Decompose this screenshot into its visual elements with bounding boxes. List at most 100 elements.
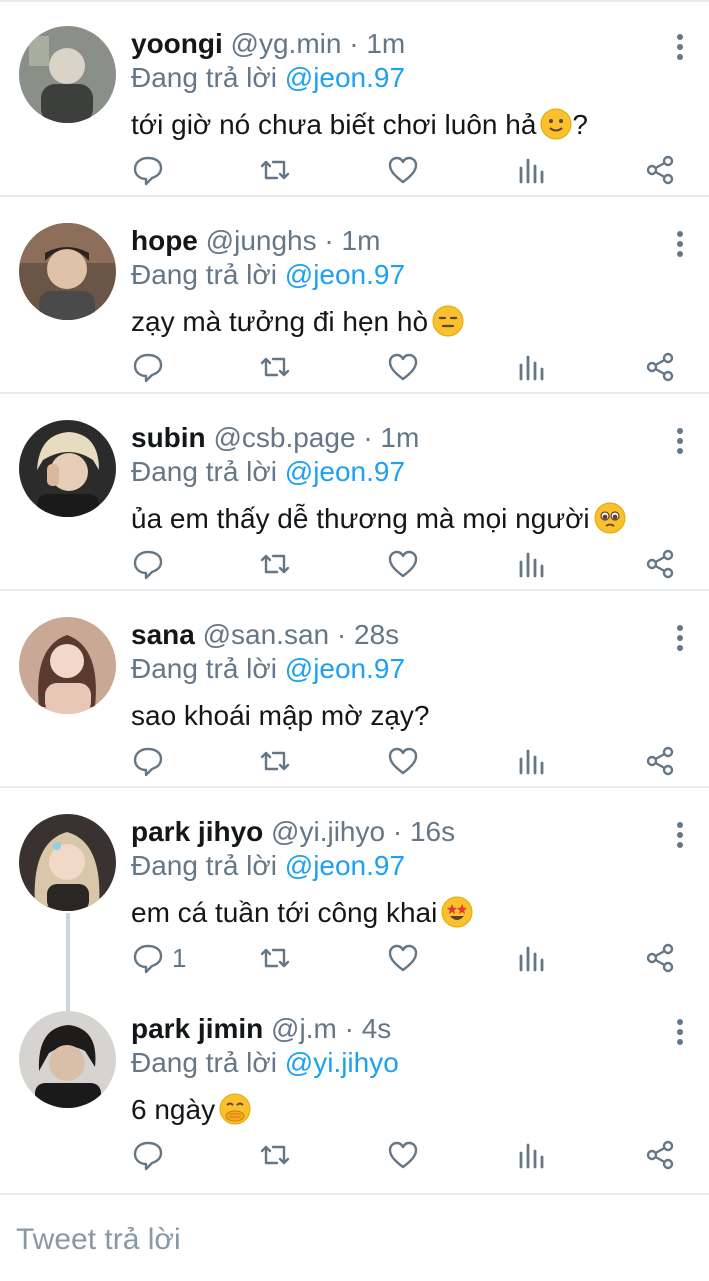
like-button[interactable]	[387, 741, 419, 781]
tweet-text: sao khoái mập mờ zạy?	[131, 697, 430, 735]
retweet-button[interactable]	[259, 1135, 291, 1175]
tweet[interactable]: yoongi @yg.min · 1m Đang trả lời @jeon.9…	[0, 0, 709, 197]
heart-icon	[388, 353, 418, 381]
retweet-icon	[260, 948, 290, 968]
analytics-button[interactable]	[516, 544, 548, 584]
timestamp: 1m	[380, 422, 420, 453]
tweet[interactable]: hope @junghs · 1m Đang trả lời @jeon.97 …	[0, 197, 709, 394]
retweet-icon	[260, 357, 290, 377]
retweet-button[interactable]	[259, 741, 291, 781]
reply-button[interactable]	[132, 544, 172, 584]
tweet-header: hope @junghs · 1m	[131, 223, 380, 259]
replying-to: Đang trả lời @jeon.97	[131, 60, 405, 96]
tweet[interactable]: subin @csb.page · 1m Đang trả lời @jeon.…	[0, 394, 709, 591]
heart-icon	[388, 944, 418, 972]
separator-dot: ·	[349, 28, 359, 59]
reply-button[interactable]	[132, 741, 172, 781]
tweet-actions	[0, 347, 709, 387]
share-icon	[646, 352, 674, 382]
retweet-button[interactable]	[259, 544, 291, 584]
display-name[interactable]: yoongi	[131, 28, 223, 59]
reply-button[interactable]	[132, 1135, 172, 1175]
timestamp: 28s	[354, 619, 400, 650]
display-name[interactable]: park jimin	[131, 1013, 263, 1044]
tweet-text: zạy mà tưởng đi hẹn hò	[131, 303, 464, 341]
mention-link[interactable]: @yi.jihyo	[285, 1047, 399, 1078]
separator-dot: ·	[363, 422, 373, 453]
more-options-icon[interactable]	[667, 623, 693, 653]
tweet-header: park jihyo @yi.jihyo · 16s	[131, 814, 455, 850]
avatar[interactable]	[19, 617, 116, 714]
tweet-body: sao khoái mập mờ zạy?	[131, 700, 430, 731]
retweet-icon	[260, 1145, 290, 1165]
user-handle: @junghs	[205, 225, 317, 256]
analytics-button[interactable]	[516, 741, 548, 781]
share-button[interactable]	[644, 938, 676, 978]
tweet-body: 6 ngày	[131, 1094, 216, 1125]
tweet-actions: 1	[0, 938, 709, 978]
tweet-body: em cá tuần tới công khai	[131, 897, 438, 928]
more-options-icon[interactable]	[667, 32, 693, 62]
more-options-icon[interactable]	[667, 229, 693, 259]
retweet-button[interactable]	[259, 938, 291, 978]
mention-link[interactable]: @jeon.97	[285, 62, 405, 93]
heart-icon	[388, 747, 418, 775]
reply-button[interactable]	[132, 150, 172, 190]
more-options-icon[interactable]	[667, 426, 693, 456]
heart-icon	[388, 1141, 418, 1169]
tweet[interactable]: park jihyo @yi.jihyo · 16s Đang trả lời …	[0, 788, 709, 985]
share-button[interactable]	[644, 150, 676, 190]
display-name[interactable]: park jihyo	[131, 816, 263, 847]
like-button[interactable]	[387, 347, 419, 387]
mention-link[interactable]: @jeon.97	[285, 850, 405, 881]
analytics-button[interactable]	[516, 938, 548, 978]
mention-link[interactable]: @jeon.97	[285, 653, 405, 684]
replying-prefix: Đang trả lời	[131, 1047, 277, 1078]
analytics-button[interactable]	[516, 347, 548, 387]
tweet-body: zạy mà tưởng đi hẹn hò	[131, 306, 429, 337]
timestamp: 1m	[366, 28, 406, 59]
retweet-button[interactable]	[259, 150, 291, 190]
retweet-icon	[260, 160, 290, 180]
like-button[interactable]	[387, 544, 419, 584]
reply-input-placeholder[interactable]: Tweet trả lời	[16, 1223, 181, 1257]
reply-composer[interactable]: Tweet trả lời	[0, 1193, 709, 1281]
retweet-button[interactable]	[259, 347, 291, 387]
analytics-icon	[519, 552, 544, 578]
pleading-face-icon	[594, 502, 626, 534]
share-button[interactable]	[644, 741, 676, 781]
avatar[interactable]	[19, 223, 116, 320]
separator-dot: ·	[336, 619, 347, 650]
avatar[interactable]	[19, 1011, 116, 1108]
display-name[interactable]: subin	[131, 422, 206, 453]
timestamp: 16s	[409, 816, 456, 847]
analytics-button[interactable]	[516, 1135, 548, 1175]
more-options-icon[interactable]	[667, 1017, 693, 1047]
mention-link[interactable]: @jeon.97	[285, 456, 405, 487]
share-button[interactable]	[644, 347, 676, 387]
display-name[interactable]: sana	[131, 619, 195, 650]
like-button[interactable]	[387, 1135, 419, 1175]
tweet-header: park jimin @j.m · 4s	[131, 1011, 391, 1047]
tweet-text: tới giờ nó chưa biết chơi luôn hả?	[131, 106, 588, 144]
separator-dot: ·	[324, 225, 334, 256]
tweet-header: subin @csb.page · 1m	[131, 420, 419, 456]
reply-button[interactable]	[132, 347, 172, 387]
share-icon	[646, 1140, 674, 1170]
more-options-icon[interactable]	[667, 820, 693, 850]
like-button[interactable]	[387, 938, 419, 978]
share-button[interactable]	[644, 1135, 676, 1175]
analytics-icon	[519, 946, 544, 972]
avatar[interactable]	[19, 420, 116, 517]
mention-link[interactable]: @jeon.97	[285, 259, 405, 290]
analytics-button[interactable]	[516, 150, 548, 190]
tweet[interactable]: park jimin @j.m · 4s Đang trả lời @yi.ji…	[0, 985, 709, 1182]
reply-button[interactable]: 1	[132, 938, 186, 978]
tweet[interactable]: sana @san.san · 28s Đang trả lời @jeon.9…	[0, 591, 709, 788]
like-button[interactable]	[387, 150, 419, 190]
share-icon	[646, 549, 674, 579]
display-name[interactable]: hope	[131, 225, 198, 256]
avatar[interactable]	[19, 26, 116, 123]
avatar[interactable]	[19, 814, 116, 911]
share-button[interactable]	[644, 544, 676, 584]
